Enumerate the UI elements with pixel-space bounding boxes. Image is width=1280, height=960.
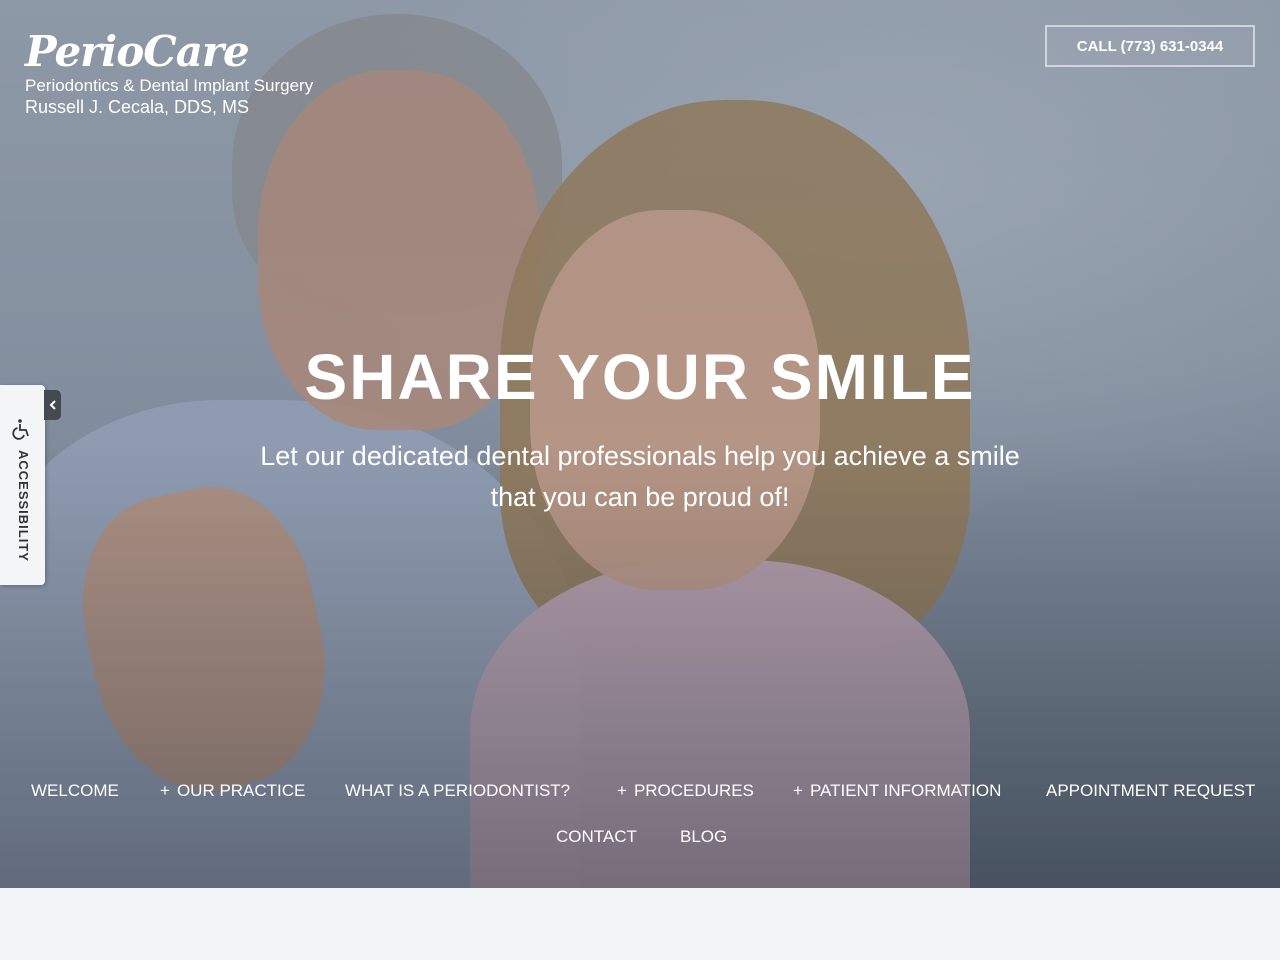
hero-subheading: Let our dedicated dental professionals h… bbox=[230, 436, 1050, 518]
logo-tagline: Periodontics & Dental Implant Surgery bbox=[25, 76, 314, 95]
logo-doctor-name: Russell J. Cecala, DDS, MS bbox=[25, 97, 250, 117]
nav-item-welcome[interactable]: WELCOME bbox=[31, 770, 119, 810]
nav-item-label: APPOINTMENT REQUEST bbox=[1046, 781, 1256, 800]
nav-item-contact[interactable]: CONTACT bbox=[556, 816, 637, 856]
nav-item-appointment-request[interactable]: APPOINTMENT REQUEST bbox=[1046, 770, 1255, 810]
hero-subheading-line-2: that you can be proud of! bbox=[490, 482, 790, 512]
nav-item-label: WHAT IS A PERIODONTIST? bbox=[345, 781, 571, 800]
nav-item-procedures[interactable]: + PROCEDURES bbox=[617, 770, 754, 810]
chevron-left-icon[interactable] bbox=[44, 390, 61, 420]
plus-icon: + bbox=[160, 781, 170, 800]
nav-item-what-is-a-periodontist[interactable]: WHAT IS A PERIODONTIST? bbox=[345, 770, 570, 810]
hero-banner: PerioCare Periodontics & Dental Implant … bbox=[0, 0, 1280, 888]
nav-item-label: PROCEDURES bbox=[633, 781, 754, 800]
content-area bbox=[0, 888, 1280, 960]
hero-headline: SHARE YOUR SMILE bbox=[304, 341, 976, 413]
nav-item-label: BLOG bbox=[680, 827, 728, 846]
call-button[interactable]: CALL (773) 631-0344 bbox=[1045, 25, 1255, 67]
wheelchair-icon bbox=[11, 418, 33, 440]
nav-item-label: PATIENT INFORMATION bbox=[809, 781, 1002, 800]
nav-item-blog[interactable]: BLOG bbox=[680, 816, 727, 856]
logo-name: PerioCare bbox=[25, 27, 250, 76]
nav-item-label: OUR PRACTICE bbox=[176, 781, 306, 800]
nav-item-our-practice[interactable]: + OUR PRACTICE bbox=[160, 770, 305, 810]
plus-icon: + bbox=[617, 781, 627, 800]
accessibility-label[interactable]: ACCESSIBILITY bbox=[13, 450, 31, 562]
nav-item-label: WELCOME bbox=[31, 781, 119, 800]
plus-icon: + bbox=[793, 781, 803, 800]
nav-item-label: CONTACT bbox=[556, 827, 637, 846]
hero-subheading-line-1: Let our dedicated dental professionals h… bbox=[260, 441, 1020, 471]
site-logo[interactable]: PerioCare Periodontics & Dental Implant … bbox=[25, 28, 313, 118]
nav-item-patient-information[interactable]: + PATIENT INFORMATION bbox=[793, 770, 1001, 810]
